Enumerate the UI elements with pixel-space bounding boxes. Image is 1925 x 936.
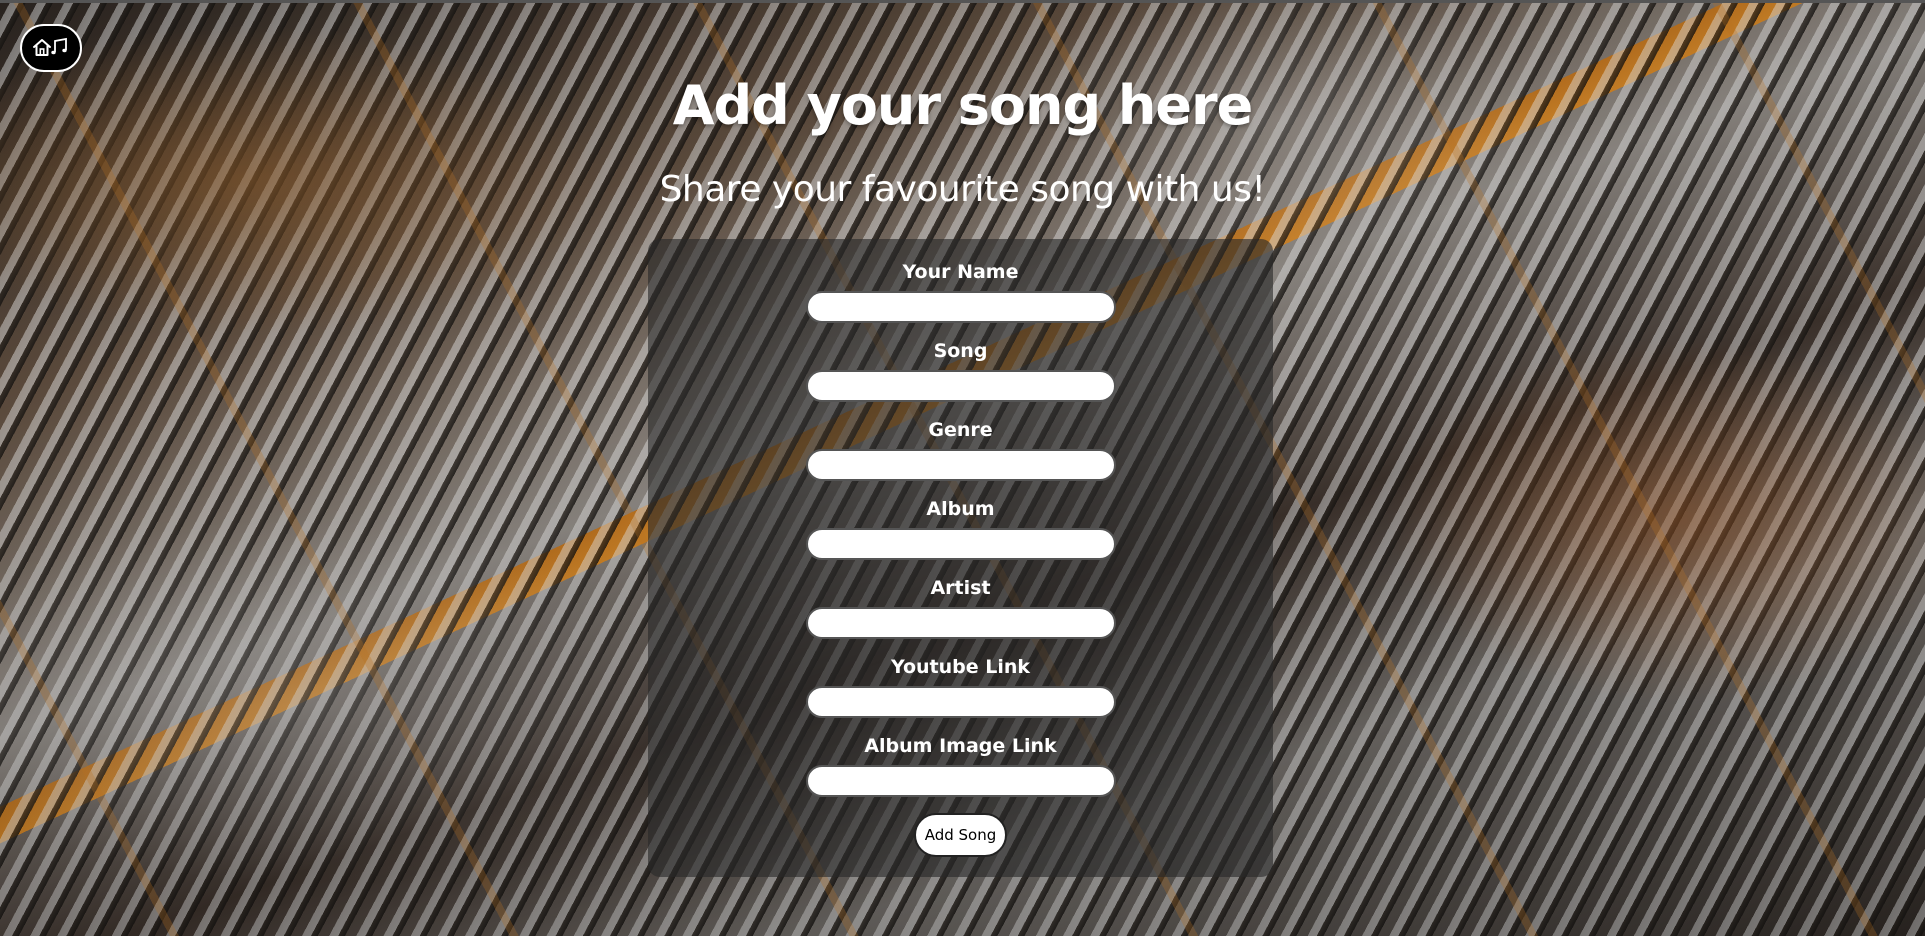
field-youtube-link: Youtube Link [648, 654, 1273, 718]
your-name-label: Your Name [902, 261, 1019, 283]
home-music-icon [33, 37, 67, 56]
field-song: Song [648, 338, 1273, 402]
album-label: Album [926, 498, 995, 520]
top-border [0, 0, 1925, 3]
home-button[interactable] [20, 24, 82, 72]
field-genre: Genre [648, 417, 1273, 481]
album-image-link-label: Album Image Link [864, 735, 1057, 757]
your-name-input[interactable] [805, 291, 1116, 323]
album-input[interactable] [805, 528, 1116, 560]
genre-label: Genre [928, 419, 993, 441]
field-your-name: Your Name [648, 259, 1273, 323]
add-song-button[interactable]: Add Song [914, 813, 1007, 857]
field-album: Album [648, 496, 1273, 560]
page-subtitle: Share your favourite song with us! [659, 169, 1266, 210]
youtube-link-input[interactable] [805, 686, 1116, 718]
youtube-link-label: Youtube Link [890, 656, 1031, 678]
artist-input[interactable] [805, 607, 1116, 639]
page: Add your song here Share your favourite … [0, 0, 1925, 936]
field-artist: Artist [648, 575, 1273, 639]
genre-input[interactable] [805, 449, 1116, 481]
field-album-image-link: Album Image Link [648, 733, 1273, 797]
page-title: Add your song here [672, 74, 1254, 137]
add-song-form: Your Name Song Genre Album Artist Youtub… [648, 239, 1273, 877]
album-image-link-input[interactable] [805, 765, 1116, 797]
song-input[interactable] [805, 370, 1116, 402]
song-label: Song [933, 340, 988, 362]
artist-label: Artist [930, 577, 991, 599]
